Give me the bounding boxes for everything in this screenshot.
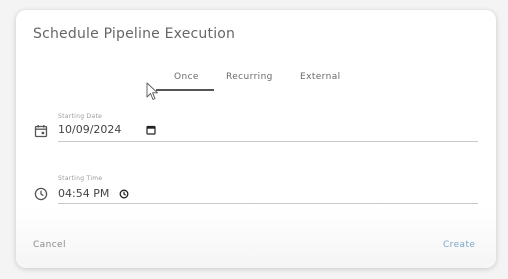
- cancel-button[interactable]: Cancel: [33, 240, 66, 250]
- starting-date-label: Starting Date: [58, 113, 103, 120]
- clock-icon: [34, 187, 48, 201]
- calendar-picker-icon[interactable]: [146, 125, 156, 135]
- starting-time-label: Starting Time: [58, 175, 103, 182]
- create-button[interactable]: Create: [443, 240, 475, 250]
- mouse-cursor-icon: [146, 82, 158, 100]
- starting-time-input[interactable]: 04:54 PM: [58, 187, 109, 200]
- tab-recurring[interactable]: Recurring: [226, 72, 273, 82]
- starting-date-input[interactable]: 10/09/2024: [58, 123, 121, 136]
- dialog-footer: [16, 206, 496, 268]
- starting-date-underline: [58, 141, 478, 142]
- schedule-dialog: Schedule Pipeline Execution Once Recurri…: [16, 10, 496, 268]
- clock-picker-icon[interactable]: [119, 189, 129, 199]
- tab-once[interactable]: Once: [174, 72, 199, 82]
- tab-external[interactable]: External: [300, 72, 341, 82]
- dialog-title: Schedule Pipeline Execution: [33, 26, 236, 42]
- starting-time-underline: [58, 203, 478, 204]
- active-tab-indicator: [156, 89, 214, 91]
- schedule-type-tabs: Once Recurring External: [16, 72, 496, 102]
- calendar-icon: [34, 125, 48, 138]
